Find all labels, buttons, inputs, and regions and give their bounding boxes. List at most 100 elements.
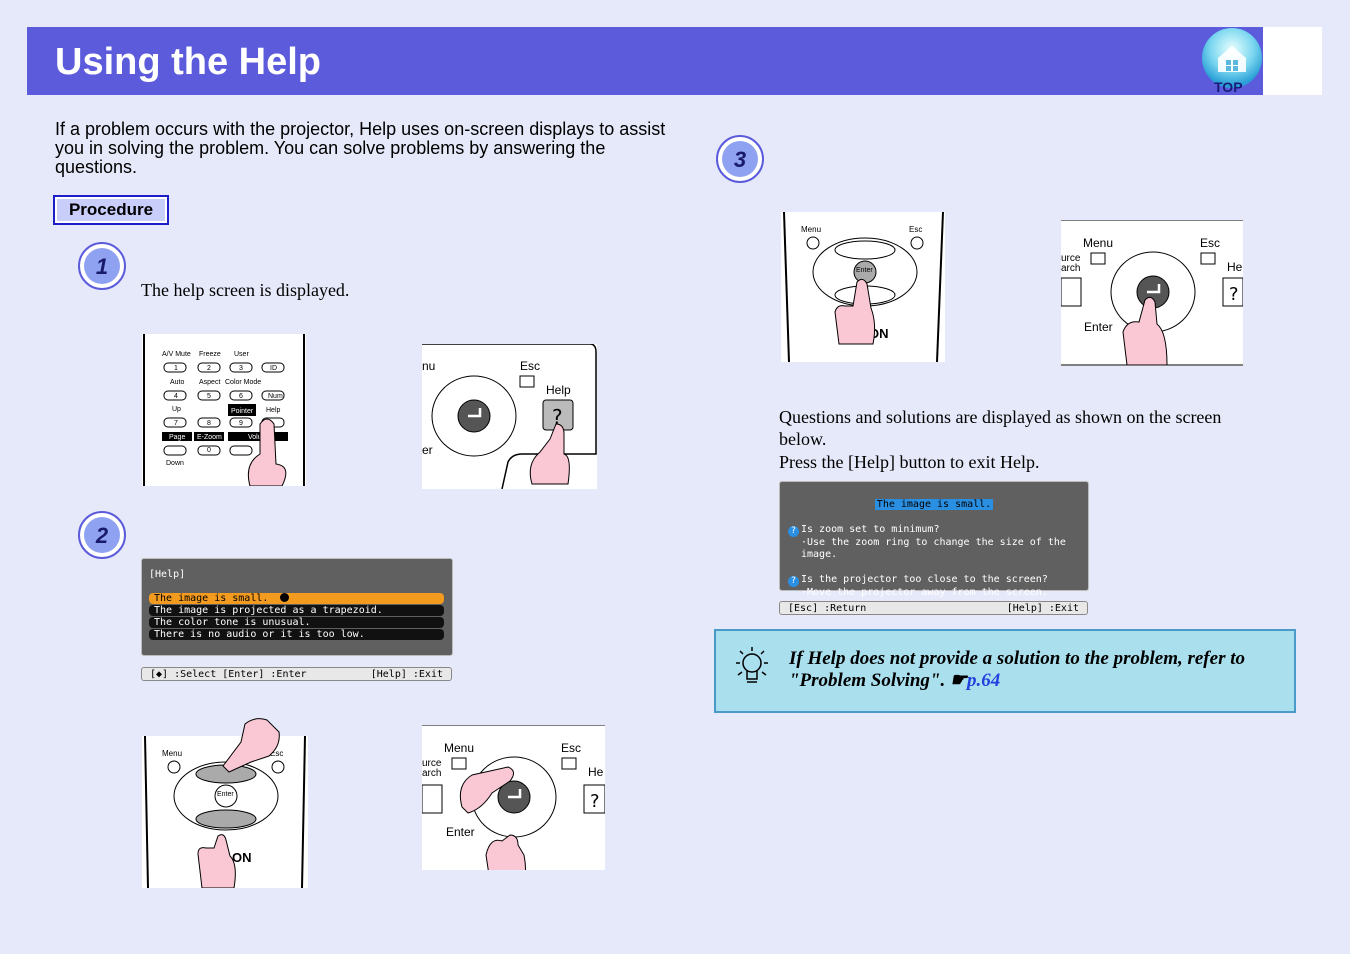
svg-text:3: 3	[239, 365, 243, 372]
step-number-circle: 2	[78, 511, 126, 559]
svg-text:nu: nu	[422, 359, 435, 373]
svg-text:Enter: Enter	[1084, 320, 1113, 334]
answer-screen-footer: [Esc] :Return [Help] :Exit	[779, 601, 1088, 615]
svg-text:Help: Help	[546, 383, 571, 397]
svg-text:He: He	[1227, 260, 1243, 274]
svg-text:9: 9	[239, 420, 243, 427]
svg-text:E-Zoom: E-Zoom	[197, 434, 222, 441]
svg-text:Menu: Menu	[162, 749, 182, 758]
svg-text:ID: ID	[270, 365, 277, 372]
svg-text:Num: Num	[268, 393, 283, 400]
top-button[interactable]: TOP	[1200, 28, 1264, 96]
help-menu-item[interactable]: The image is small.	[149, 593, 444, 604]
step-3-description: Questions and solutions are displayed as…	[779, 407, 1222, 449]
control-panel-graphic: Menu Esc urce arch He Enter ?	[421, 724, 606, 896]
footer-exit-hint: [Help] :Exit	[370, 669, 443, 680]
remote-control-graphic: A/V Mute Freeze User 1 2 3 ID Auto Aspec…	[143, 334, 305, 487]
step-3-badge: 3	[715, 134, 765, 184]
svg-text:0: 0	[207, 447, 211, 454]
svg-text:Auto: Auto	[170, 379, 185, 386]
svg-text:He: He	[588, 765, 604, 779]
problem-solving-link[interactable]: p.64	[967, 670, 1000, 691]
footer-return-hint: [Esc] :Return	[788, 603, 867, 614]
svg-text:Esc: Esc	[1200, 236, 1220, 250]
enter-icon	[280, 593, 290, 602]
svg-text:User: User	[234, 351, 249, 358]
control-panel-illustration: Menu Esc urce arch He Enter ?	[1060, 219, 1244, 366]
procedure-label: Procedure	[53, 195, 169, 225]
help-screen-title: [Help]	[149, 569, 186, 580]
step-number: 1	[96, 254, 108, 279]
footer-exit-hint: [Help] :Exit	[1006, 603, 1079, 614]
svg-text:4: 4	[174, 393, 178, 400]
control-panel-illustration: Menu Esc urce arch He Enter ?	[421, 724, 606, 896]
svg-text:7: 7	[174, 420, 178, 427]
step-3-exit-instruction: Press the [Help] button to exit Help.	[779, 452, 1040, 472]
svg-text:Menu: Menu	[801, 225, 821, 234]
svg-text:Enter: Enter	[217, 791, 234, 798]
step-1-badge: 1	[77, 241, 127, 291]
answer-screen-title: The image is small.	[874, 499, 994, 510]
question-icon: ?	[788, 526, 799, 537]
top-label: TOP	[1214, 79, 1243, 95]
svg-text:arch: arch	[1061, 263, 1080, 274]
svg-text:Esc: Esc	[561, 741, 581, 755]
step-number: 3	[734, 147, 746, 172]
svg-text:5: 5	[207, 393, 211, 400]
svg-text:Freeze: Freeze	[199, 351, 221, 358]
hint-text: If Help does not provide a solution to t…	[789, 648, 1245, 691]
svg-text:Esc: Esc	[520, 359, 540, 373]
question-icon: ?	[788, 576, 799, 587]
control-panel-graphic: nu Esc Help er ?	[422, 343, 597, 490]
control-panel-illustration: nu Esc Help er ?	[422, 343, 597, 490]
svg-text:Pointer: Pointer	[231, 408, 254, 415]
svg-text:Enter: Enter	[446, 825, 475, 839]
svg-text:2: 2	[207, 365, 211, 372]
svg-text:ON: ON	[232, 850, 252, 865]
step-2-badge: 2	[77, 510, 127, 560]
lightbulb-icon	[728, 643, 776, 691]
svg-text:Menu: Menu	[444, 741, 474, 755]
svg-text:6: 6	[239, 393, 243, 400]
help-menu-item[interactable]: The image is projected as a trapezoid.	[149, 605, 444, 616]
svg-text:er: er	[422, 443, 433, 457]
step-number: 2	[95, 523, 109, 548]
svg-text:Esc: Esc	[909, 225, 922, 234]
svg-text:Aspect: Aspect	[199, 379, 220, 386]
remote-control-illustration: A/V Mute Freeze User 1 2 3 ID Auto Aspec…	[142, 334, 306, 487]
svg-text:1: 1	[174, 365, 178, 372]
step-number-circle: 3	[716, 135, 764, 183]
help-menu-footer: [◆] :Select [Enter] :Enter [Help] :Exit	[141, 667, 452, 681]
help-answer-screen: The image is small. ? Is zoom set to mini…	[779, 481, 1089, 598]
header-right-panel	[1263, 27, 1322, 95]
hand-icon	[222, 718, 280, 773]
intro-paragraph: If a problem occurs with the projector, …	[55, 119, 666, 177]
svg-text:?: ?	[1229, 284, 1239, 305]
remote-control-illustration: Menu Esc Enter ON	[781, 211, 945, 363]
footer-select-hint: [◆] :Select [Enter] :Enter	[150, 669, 307, 680]
svg-text:?: ?	[590, 791, 600, 812]
answer-2: ·Move the projector away from the screen…	[801, 587, 1048, 598]
reference-icon: ☛	[949, 670, 968, 691]
help-menu-item[interactable]: There is no audio or it is too low.	[149, 629, 444, 640]
help-menu-screen: [Help] The image is small. The image is …	[141, 558, 453, 656]
step-number-circle: 1	[78, 242, 126, 290]
control-panel-graphic: Menu Esc urce arch He Enter ?	[1060, 219, 1244, 366]
help-menu-item[interactable]: The color tone is unusual.	[149, 617, 444, 628]
page-title: Using the Help	[55, 41, 322, 83]
finger-pointer-up	[217, 716, 282, 776]
svg-text:A/V Mute: A/V Mute	[162, 351, 191, 358]
step-1-text: The help screen is displayed.	[141, 280, 350, 300]
svg-text:Page: Page	[169, 434, 185, 441]
question-2: ? Is the projector too close to the scree…	[788, 574, 1088, 587]
question-1: ? Is zoom set to minimum?	[788, 524, 1088, 537]
svg-text:Down: Down	[166, 460, 184, 467]
svg-text:8: 8	[207, 420, 211, 427]
answer-1: ·Use the zoom ring to change the size of…	[801, 537, 1066, 560]
svg-text:Up: Up	[172, 406, 181, 413]
svg-text:arch: arch	[422, 768, 441, 779]
remote-enter-graphic: Menu Esc Enter ON	[783, 211, 944, 363]
svg-text:Help: Help	[266, 407, 281, 414]
svg-text:Color Mode: Color Mode	[225, 379, 261, 386]
svg-text:Menu: Menu	[1083, 236, 1113, 250]
